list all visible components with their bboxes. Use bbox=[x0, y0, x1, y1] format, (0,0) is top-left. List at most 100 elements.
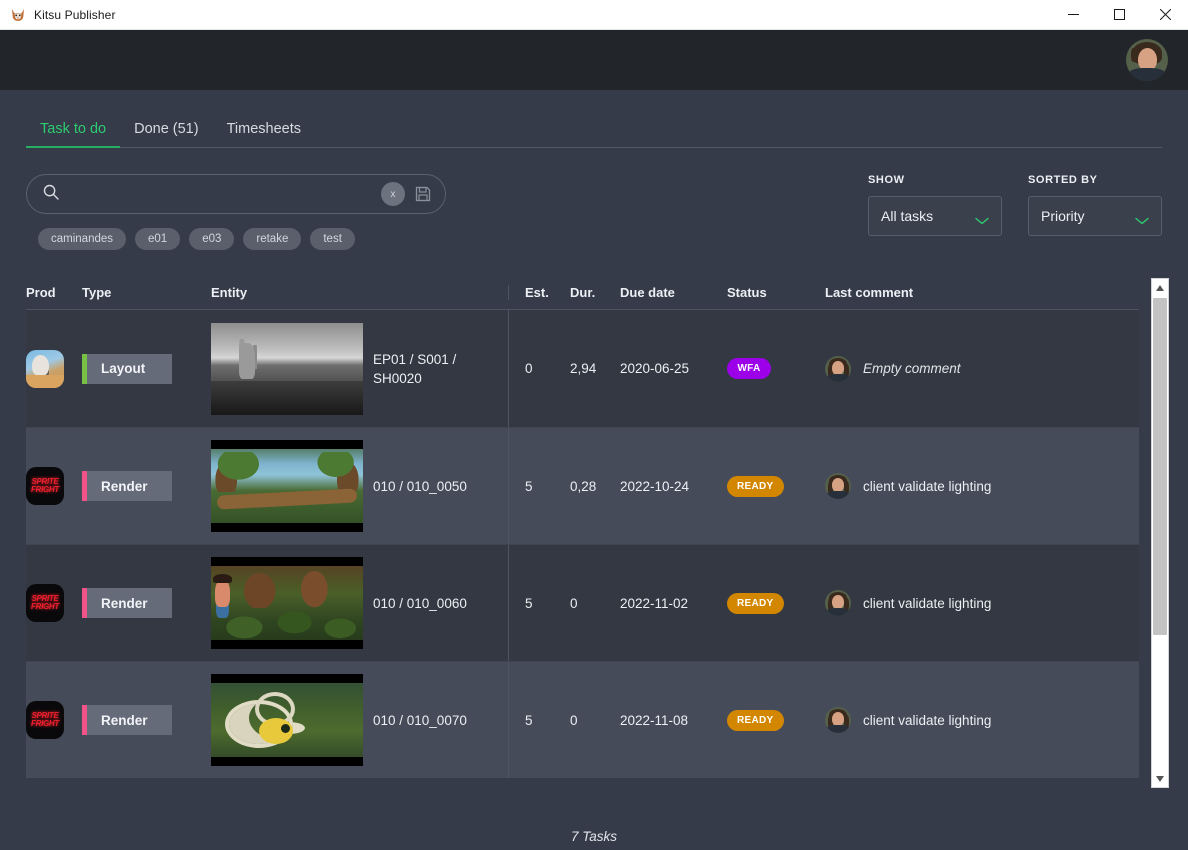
column-header-status[interactable]: Status bbox=[727, 285, 825, 300]
est-value: 5 bbox=[525, 712, 533, 728]
sorted-by-filter-value: Priority bbox=[1041, 208, 1085, 224]
cell-prod bbox=[26, 310, 82, 427]
filter-chip-retake[interactable]: retake bbox=[243, 228, 302, 250]
show-filter-select[interactable]: All tasks bbox=[868, 196, 1002, 236]
caminandes-logo-icon bbox=[26, 349, 64, 388]
commenter-avatar-icon bbox=[825, 707, 851, 733]
window-controls bbox=[1050, 0, 1188, 30]
last-comment-text: client validate lighting bbox=[863, 595, 992, 611]
cell-last-comment: client validate lighting bbox=[825, 662, 1139, 778]
task-table: Prod Type Entity Est. Dur. Due date Stat… bbox=[26, 276, 1169, 788]
status-badge[interactable]: READY bbox=[727, 592, 784, 614]
task-type-badge[interactable]: Layout bbox=[82, 353, 172, 384]
table-header-row: Prod Type Entity Est. Dur. Due date Stat… bbox=[26, 276, 1139, 310]
forest-log-thumbnail-icon[interactable] bbox=[211, 440, 363, 532]
column-header-est[interactable]: Est. bbox=[508, 285, 570, 300]
task-count-footer: 7 Tasks bbox=[570, 829, 618, 844]
tab-task-to-do[interactable]: Task to do bbox=[26, 121, 121, 148]
status-badge[interactable]: READY bbox=[727, 709, 784, 731]
filter-selects: SHOW All tasks SORTED BY Priority bbox=[868, 174, 1162, 236]
entity-name: 010 / 010_0070 bbox=[373, 712, 467, 728]
cell-dur: 2,94 bbox=[570, 310, 620, 427]
scroll-up-icon[interactable] bbox=[1152, 279, 1168, 296]
sprite-fright-logo-icon: SPRITE FRIGHT bbox=[26, 584, 64, 622]
column-header-dur[interactable]: Dur. bbox=[570, 285, 620, 300]
due-date-value: 2022-11-02 bbox=[620, 595, 689, 611]
cell-dur: 0 bbox=[570, 545, 620, 661]
sorted-by-filter-select[interactable]: Priority bbox=[1028, 196, 1162, 236]
clear-search-button[interactable]: x bbox=[381, 182, 405, 206]
avatar-face-icon bbox=[1126, 39, 1168, 81]
minimize-button[interactable] bbox=[1050, 0, 1096, 30]
search-icon bbox=[43, 184, 59, 205]
cell-entity: EP01 / S001 / SH0020 bbox=[211, 310, 508, 427]
cell-entity: 010 / 010_0060 bbox=[211, 545, 508, 661]
filter-chip-caminandes[interactable]: caminandes bbox=[38, 228, 127, 250]
task-type-badge[interactable]: Render bbox=[82, 471, 172, 501]
sorted-by-filter-label: SORTED BY bbox=[1028, 174, 1098, 186]
show-filter-label: SHOW bbox=[868, 174, 905, 186]
scrollbar-track[interactable] bbox=[1152, 296, 1168, 770]
jungle-boy-thumbnail-icon[interactable] bbox=[211, 557, 363, 649]
filter-chip-test[interactable]: test bbox=[310, 228, 355, 250]
column-header-type[interactable]: Type bbox=[82, 285, 211, 300]
scrollbar-thumb[interactable] bbox=[1153, 298, 1167, 635]
dur-value: 2,94 bbox=[570, 361, 597, 376]
table-row[interactable]: SPRITE FRIGHT Render 010 / 010_0050 5 0,… bbox=[26, 427, 1139, 544]
search-bar[interactable]: x bbox=[26, 174, 446, 214]
task-type-badge[interactable]: Render bbox=[82, 588, 172, 618]
column-header-prod[interactable]: Prod bbox=[26, 285, 82, 300]
avatar[interactable] bbox=[1126, 39, 1168, 81]
window-title-bar: Kitsu Publisher bbox=[0, 0, 1188, 30]
cell-due-date: 2022-10-24 bbox=[620, 428, 727, 544]
dur-value: 0 bbox=[570, 712, 578, 728]
commenter-avatar-icon bbox=[825, 473, 851, 499]
app-header-bar bbox=[0, 30, 1188, 90]
due-date-value: 2022-11-08 bbox=[620, 712, 689, 728]
table-scrollbar[interactable] bbox=[1151, 278, 1169, 788]
last-comment-text: client validate lighting bbox=[863, 478, 992, 494]
search-input[interactable] bbox=[59, 186, 381, 202]
due-date-value: 2020-06-25 bbox=[620, 361, 690, 376]
scroll-down-icon[interactable] bbox=[1152, 770, 1168, 787]
table-row[interactable]: SPRITE FRIGHT Render 010 / 010_0060 5 0 … bbox=[26, 544, 1139, 661]
maximize-button[interactable] bbox=[1096, 0, 1142, 30]
show-filter-value: All tasks bbox=[881, 208, 934, 224]
task-type-badge[interactable]: Render bbox=[82, 705, 172, 735]
last-comment-text: client validate lighting bbox=[863, 712, 992, 728]
column-header-due-date[interactable]: Due date bbox=[620, 285, 727, 300]
commenter-avatar-icon bbox=[825, 590, 851, 616]
chevron-down-icon bbox=[975, 212, 989, 225]
cell-type: Render bbox=[82, 545, 211, 661]
task-type-label: Render bbox=[101, 595, 148, 611]
tab-done[interactable]: Done (51) bbox=[120, 121, 212, 148]
close-button[interactable] bbox=[1142, 0, 1188, 30]
status-badge[interactable]: READY bbox=[727, 475, 784, 497]
cell-status: WFA bbox=[727, 310, 825, 427]
mushroom-rings-thumbnail-icon[interactable] bbox=[211, 674, 363, 766]
entity-name: EP01 / S001 / SH0020 bbox=[373, 351, 457, 386]
column-header-entity[interactable]: Entity bbox=[211, 285, 508, 300]
tab-timesheets[interactable]: Timesheets bbox=[213, 121, 315, 148]
sprite-fright-logo-icon: SPRITE FRIGHT bbox=[26, 467, 64, 505]
table-row[interactable]: Layout EP01 / S001 / SH0020 0 2,94 2020-… bbox=[26, 310, 1139, 427]
status-badge[interactable]: WFA bbox=[727, 358, 771, 379]
cell-due-date: 2022-11-08 bbox=[620, 662, 727, 778]
filter-row: x caminandes e01 e03 retake test SHOW Al… bbox=[26, 148, 1162, 250]
dur-value: 0,28 bbox=[570, 478, 597, 494]
est-value: 0 bbox=[525, 361, 533, 376]
cell-est: 5 bbox=[508, 662, 570, 778]
filter-chip-e01[interactable]: e01 bbox=[135, 228, 181, 250]
llama-plains-bw-thumbnail-icon[interactable] bbox=[211, 322, 363, 415]
column-header-last-comment[interactable]: Last comment bbox=[825, 285, 1139, 300]
last-comment-text: Empty comment bbox=[863, 361, 961, 376]
filter-chip-e03[interactable]: e03 bbox=[189, 228, 235, 250]
table-row[interactable]: SPRITE FRIGHT Render 010 / 010_0070 5 0 … bbox=[26, 661, 1139, 778]
window-title: Kitsu Publisher bbox=[34, 7, 116, 22]
task-type-label: Render bbox=[101, 478, 148, 494]
cell-prod: SPRITE FRIGHT bbox=[26, 545, 82, 661]
search-column: x caminandes e01 e03 retake test bbox=[26, 174, 446, 250]
save-icon[interactable] bbox=[413, 184, 433, 204]
commenter-avatar-icon bbox=[825, 355, 851, 382]
show-filter-group: SHOW All tasks bbox=[868, 174, 1002, 236]
